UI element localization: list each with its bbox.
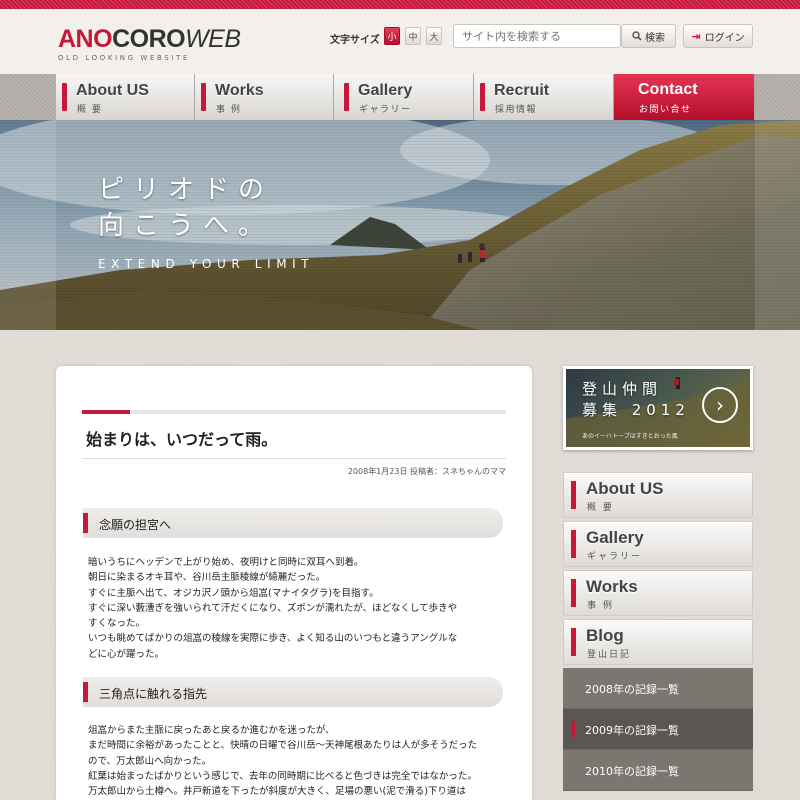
sidebar-item-sublabel: 概 要 (587, 503, 614, 513)
search-input[interactable] (453, 24, 621, 48)
paragraph-line: ので、万太郎山へ向かった。 (88, 755, 212, 767)
hero-subtitle: EXTEND YOUR LIMIT (98, 257, 315, 271)
paragraph-line: すくなった。 (88, 618, 146, 630)
font-size-large-button[interactable]: 大 (426, 27, 442, 45)
logo-ano: ANO (58, 25, 113, 53)
nav-item-recruit[interactable]: Recruit 採用情報 (474, 74, 614, 120)
sidebar-item-label: Blog (586, 626, 624, 645)
font-size-medium-button[interactable]: 中 (405, 27, 421, 45)
nav-item-label: About US (76, 82, 149, 99)
divider (82, 458, 506, 459)
logo-tagline: OLD LOOKING WEBSITE (58, 54, 190, 62)
title-accent-rule (82, 410, 506, 414)
sidebar-item-gallery[interactable]: Gallery ギャラリー (563, 521, 753, 567)
sidebar-item-works[interactable]: Works 事 例 (563, 570, 753, 616)
logo-web: WEB (185, 25, 241, 53)
archive-link-2008[interactable]: 2008年の記録一覧 (563, 668, 753, 709)
section-heading: 三角点に触れる指先 (83, 677, 503, 707)
archive-link-2010[interactable]: 2010年の記録一覧 (563, 750, 753, 791)
paragraph-line: 俎嵓からまた主脈に戻ったあと戻るか進むかを迷ったが、 (88, 725, 335, 736)
sidebar-item-label: About US (586, 479, 664, 498)
nav-item-gallery[interactable]: Gallery ギャラリー (334, 74, 474, 120)
article-panel: 始まりは、いつだって雨。 2008年1月23日 投稿者：スネちゃんのママ 念願の… (56, 366, 532, 800)
paragraph-line: いつも眺めてばかりの俎嵓の稜線を実際に歩き、よく知る山のいつもと違うアングルな (88, 633, 458, 645)
banner-title-line2: 募集 2012 (582, 401, 690, 419)
login-button[interactable]: ⇥ ログイン (683, 24, 753, 48)
paragraph-line: すぐに主脈へ出て、オジカ沢ノ頭から俎嵓(マナイタグラ)を目指す。 (88, 587, 379, 599)
banner-caption: あのイーハトーブはすきとおった風 (582, 433, 678, 440)
section-heading-text: 念願の担宮へ (99, 518, 172, 532)
nav-item-sublabel: 事 例 (216, 105, 242, 115)
sidebar-item-sublabel: ギャラリー (587, 552, 643, 562)
hero-headline-line2: 向こうへ。 (98, 211, 274, 241)
login-button-label: ログイン (704, 32, 745, 44)
nav-item-about[interactable]: About US 概 要 (56, 74, 195, 120)
nav-item-label: Works (215, 82, 264, 99)
nav-item-works[interactable]: Works 事 例 (195, 74, 334, 120)
paragraph-line: 暗いうちにヘッデンで上がり始め、夜明けと同時に双耳へ到着。 (88, 557, 364, 568)
banner-title-line1: 登山仲間 (582, 380, 663, 398)
logo-coro: CORO (112, 25, 186, 53)
hero-copy: ピリオドの 向こうへ。 EXTEND YOUR LIMIT (98, 172, 314, 271)
hero-headline-line1: ピリオドの (98, 175, 274, 205)
search-icon (632, 31, 642, 41)
paragraph-line: すぐに深い藪漕ぎを強いられて汗だくになり、ズボンが濡れたが、ほどなくして歩きや (88, 602, 458, 614)
search-button[interactable]: 検索 (621, 24, 676, 48)
sidebar-item-about[interactable]: About US 概 要 (563, 472, 753, 518)
article-paragraph: 暗いうちにヘッデンで上がり始め、夜明けと同時に双耳へ到着。 朝日に染まるオキ耳や… (88, 555, 508, 662)
nav-item-contact[interactable]: Contact お問い合せ (614, 74, 755, 120)
nav-item-label: Recruit (494, 82, 550, 99)
archive-link-label: 2008年の記録一覧 (585, 683, 679, 696)
paragraph-line: どに心が躍った。 (88, 648, 165, 660)
sidebar-item-blog[interactable]: Blog 登山日記 (563, 619, 753, 665)
nav-item-sublabel: ギャラリー (359, 105, 412, 115)
sidebar-item-label: Gallery (586, 528, 644, 547)
sidebar-item-sublabel: 登山日記 (587, 650, 632, 660)
nav-item-label: Gallery (358, 82, 413, 99)
archive-link-label: 2009年の記録一覧 (585, 724, 679, 737)
site-logo[interactable]: ANOCOROWEB OLD LOOKING WEBSITE (58, 25, 241, 62)
section-heading: 念願の担宮へ (83, 508, 503, 538)
font-size-small-button[interactable]: 小 (384, 27, 400, 45)
top-accent-stripe (0, 0, 800, 9)
site-header: ANOCOROWEB OLD LOOKING WEBSITE (0, 9, 800, 74)
archive-link-label: 2010年の記録一覧 (585, 765, 679, 778)
login-icon: ⇥ (691, 29, 701, 43)
font-size-label: 文字サイズ (330, 35, 380, 46)
article-meta: 2008年1月23日 投稿者：スネちゃんのママ (347, 467, 506, 476)
arrow-right-icon: › (702, 387, 738, 423)
paragraph-line: 万太郎山から土樽へ。井戸新道を下ったが斜度が大きく、足場の悪い(泥で滑る)下り道… (88, 786, 466, 798)
archive-link-2009[interactable]: 2009年の記録一覧 (563, 709, 753, 750)
article-title: 始まりは、いつだって雨。 (86, 430, 278, 449)
section-heading-text: 三角点に触れる指先 (99, 687, 208, 701)
nav-item-label: Contact (638, 81, 698, 98)
paragraph-line: 朝日に染まるオキ耳や、谷川岳主脈稜線が綺麗だった。 (88, 572, 326, 584)
paragraph-line: まだ時間に余裕があったことと、快晴の日曜で谷川岳〜天神尾根あたりは人が多そうだっ… (88, 740, 478, 752)
nav-item-sublabel: お問い合せ (639, 105, 692, 115)
nav-item-sublabel: 概 要 (77, 105, 103, 115)
recruit-banner[interactable]: 登山仲間 募集 2012 あのイーハトーブはすきとおった風 › (563, 366, 753, 450)
nav-item-sublabel: 採用情報 (495, 105, 538, 115)
search-button-label: 検索 (645, 32, 665, 44)
paragraph-line: 紅葉は始まったばかりという感じで、去年の同時期に比べると色づきは完全ではなかった… (88, 770, 477, 782)
article-paragraph: 俎嵓からまた主脈に戻ったあと戻るか進むかを迷ったが、 まだ時間に余裕があったこと… (88, 723, 508, 799)
sidebar-item-label: Works (586, 577, 638, 596)
sidebar-item-sublabel: 事 例 (587, 601, 614, 611)
